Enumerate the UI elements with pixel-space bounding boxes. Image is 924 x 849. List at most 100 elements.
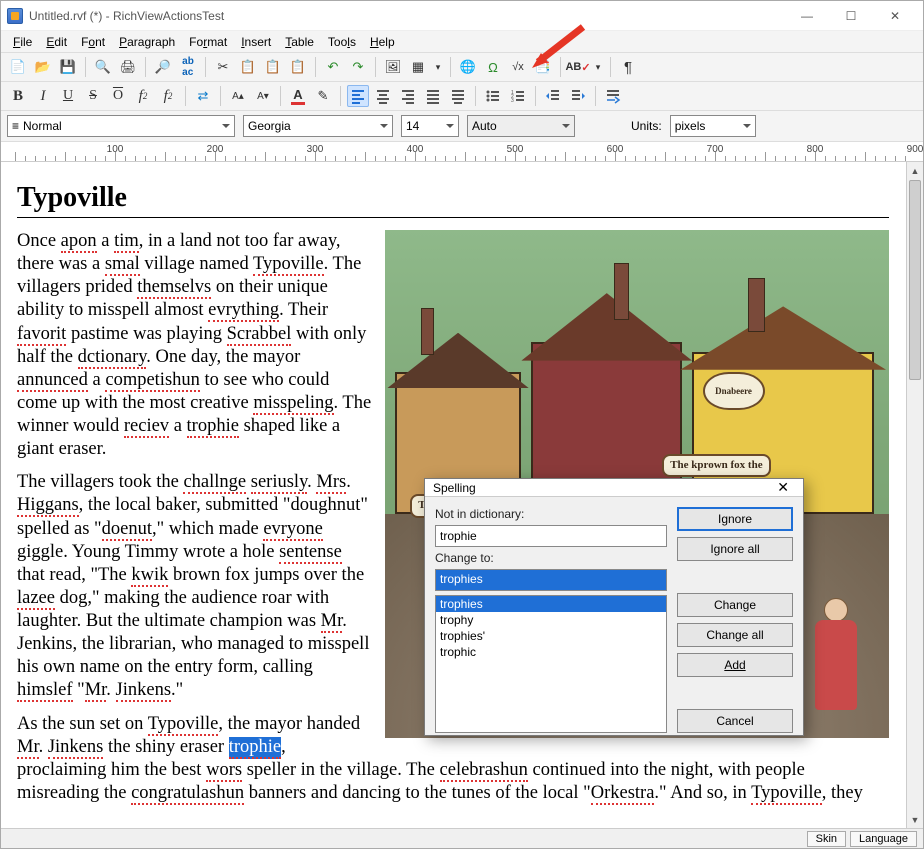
outdent-icon[interactable] — [542, 85, 564, 107]
insert-table-icon[interactable]: ▦ — [407, 56, 429, 78]
paste-special-icon[interactable]: 📋 — [287, 56, 309, 78]
hyperlink-icon[interactable]: 🌐 — [457, 56, 479, 78]
grow-font-icon[interactable]: A▴ — [227, 85, 249, 107]
size-combo[interactable] — [401, 115, 459, 137]
units-value[interactable] — [675, 119, 751, 133]
cancel-button[interactable]: Cancel — [677, 709, 793, 733]
dialog-titlebar[interactable]: Spelling ✕ — [425, 479, 803, 497]
status-skin-button[interactable]: Skin — [807, 831, 846, 847]
replace-icon[interactable]: abac — [177, 56, 199, 78]
status-language-button[interactable]: Language — [850, 831, 917, 847]
find-icon[interactable]: 🔎 — [152, 56, 174, 78]
scroll-up-icon[interactable]: ▲ — [907, 162, 923, 179]
toolbar-format: B I U S O f2 f2 ⇄ A▴ A▾ A ✎ 123 — [1, 82, 923, 111]
not-in-dict-input[interactable] — [435, 525, 667, 547]
vertical-scrollbar[interactable]: ▲ ▼ — [906, 162, 923, 828]
units-label: Units: — [631, 119, 662, 133]
spellcheck-dropdown-icon[interactable]: ▾ — [592, 56, 604, 78]
size-value[interactable] — [406, 119, 454, 133]
suggestion-item[interactable]: trophies' — [436, 628, 666, 644]
menu-format[interactable]: Format — [183, 33, 233, 51]
new-icon[interactable]: 📄 — [7, 56, 29, 78]
insert-table-dropdown-icon[interactable]: ▾ — [432, 56, 444, 78]
style-combo[interactable]: ≡ — [7, 115, 235, 137]
equation-icon[interactable]: √x — [507, 56, 529, 78]
shrink-font-icon[interactable]: A▾ — [252, 85, 274, 107]
statusbar: Skin Language — [1, 828, 923, 848]
align-center-icon[interactable] — [372, 85, 394, 107]
subscript-button[interactable]: f2 — [132, 85, 154, 107]
redo-icon[interactable]: ↷ — [347, 56, 369, 78]
doc-heading: Typoville — [17, 180, 889, 218]
menu-file[interactable]: File — [7, 33, 38, 51]
overline-button[interactable]: O — [107, 85, 129, 107]
cut-icon[interactable]: ✂ — [212, 56, 234, 78]
sign-kprown: The kprown fox the — [662, 454, 770, 478]
align-right-icon[interactable] — [397, 85, 419, 107]
font-combo[interactable] — [243, 115, 393, 137]
print-icon[interactable]: 🖨 — [117, 56, 139, 78]
bold-button[interactable]: B — [7, 85, 29, 107]
suggestion-item[interactable]: trophic — [436, 644, 666, 660]
change-to-input[interactable]: trophies — [435, 569, 667, 591]
window-title: Untitled.rvf (*) - RichViewActionsTest — [29, 9, 785, 23]
maximize-button[interactable]: ☐ — [829, 2, 873, 30]
menu-help[interactable]: Help — [364, 33, 401, 51]
dialog-close-icon[interactable]: ✕ — [771, 479, 795, 496]
suggestion-item[interactable]: trophy — [436, 612, 666, 628]
numbering-icon[interactable]: 123 — [507, 85, 529, 107]
indent-icon[interactable] — [567, 85, 589, 107]
object-icon[interactable]: 📑 — [532, 56, 554, 78]
add-button[interactable]: Add — [677, 653, 793, 677]
scroll-thumb[interactable] — [909, 180, 921, 380]
underline-button[interactable]: U — [57, 85, 79, 107]
menu-edit[interactable]: Edit — [40, 33, 73, 51]
highlight-icon[interactable]: ✎ — [312, 85, 334, 107]
undo-icon[interactable]: ↶ — [322, 56, 344, 78]
print-preview-icon[interactable]: 🔍 — [92, 56, 114, 78]
sign-oval: Dnabeere — [703, 372, 765, 410]
close-button[interactable]: ✕ — [873, 2, 917, 30]
zoom-combo[interactable] — [467, 115, 575, 137]
minimize-button[interactable]: — — [785, 2, 829, 30]
align-left-icon[interactable] — [347, 85, 369, 107]
app-icon — [7, 8, 23, 24]
ignore-button[interactable]: Ignore — [677, 507, 793, 531]
insert-image-icon[interactable]: 🖼 — [382, 56, 404, 78]
pilcrow-icon[interactable]: ¶ — [617, 56, 639, 78]
save-icon[interactable]: 💾 — [57, 56, 79, 78]
change-button[interactable]: Change — [677, 593, 793, 617]
menu-table[interactable]: Table — [279, 33, 320, 51]
suggestions-list[interactable]: trophiestrophytrophies'trophic — [435, 595, 667, 733]
link-icon[interactable]: ⇄ — [192, 85, 214, 107]
menu-tools[interactable]: Tools — [322, 33, 362, 51]
suggestion-item[interactable]: trophies — [436, 596, 666, 612]
strike-button[interactable]: S — [82, 85, 104, 107]
units-combo[interactable] — [670, 115, 756, 137]
font-color-icon[interactable]: A — [287, 85, 309, 107]
ruler[interactable]: 100200300400500600700800900 — [1, 142, 923, 162]
scroll-down-icon[interactable]: ▼ — [907, 811, 923, 828]
superscript-button[interactable]: f2 — [157, 85, 179, 107]
open-icon[interactable]: 📂 — [32, 56, 54, 78]
zoom-value[interactable] — [472, 119, 570, 133]
copy-icon[interactable]: 📋 — [237, 56, 259, 78]
symbol-icon[interactable]: Ω — [482, 56, 504, 78]
align-justify-icon[interactable] — [422, 85, 444, 107]
ltr-icon[interactable] — [602, 85, 624, 107]
menu-font[interactable]: Font — [75, 33, 111, 51]
menu-paragraph[interactable]: Paragraph — [113, 33, 181, 51]
bullets-icon[interactable] — [482, 85, 504, 107]
spellcheck-icon[interactable]: AB✓ — [567, 56, 589, 78]
menubar: File Edit Font Paragraph Format Insert T… — [1, 31, 923, 53]
paste-icon[interactable]: 📋 — [262, 56, 284, 78]
change-all-button[interactable]: Change all — [677, 623, 793, 647]
menu-insert[interactable]: Insert — [235, 33, 277, 51]
ignore-all-button[interactable]: Ignore all — [677, 537, 793, 561]
align-distribute-icon[interactable] — [447, 85, 469, 107]
style-value[interactable] — [23, 119, 230, 133]
italic-button[interactable]: I — [32, 85, 54, 107]
font-value[interactable] — [248, 119, 388, 133]
combo-row: ≡ Units: — [1, 111, 923, 142]
dialog-title: Spelling — [433, 481, 476, 495]
